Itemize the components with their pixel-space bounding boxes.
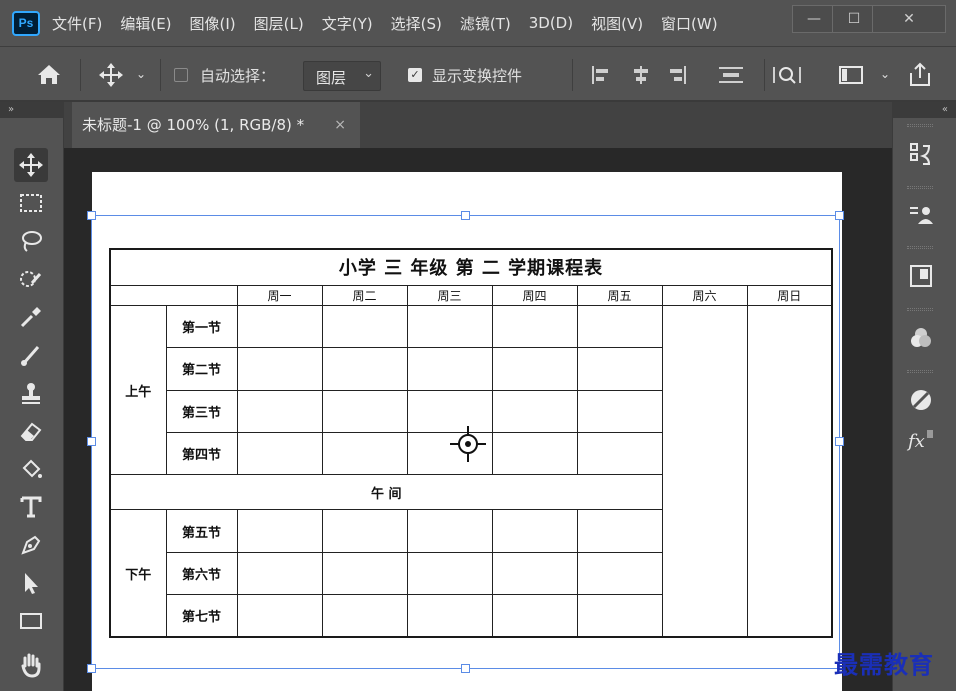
rectangle-icon <box>20 613 42 629</box>
menu-3d[interactable]: 3D(D) <box>529 14 573 32</box>
brush-tool[interactable] <box>14 338 48 372</box>
menu-type[interactable]: 文字(Y) <box>322 13 373 34</box>
home-icon[interactable] <box>36 62 62 90</box>
rectangle-tool[interactable] <box>14 604 48 638</box>
paint-bucket-icon <box>22 459 42 478</box>
align-left-icon[interactable] <box>590 65 612 89</box>
eyedropper-tool[interactable] <box>14 300 48 334</box>
layer-dropdown[interactable]: 图层 ⌄ <box>303 61 381 91</box>
workspace-icon[interactable] <box>838 63 866 91</box>
fx-icon[interactable]: fx <box>903 420 939 460</box>
right-panel-dock: fx <box>892 118 956 691</box>
chevron-down-icon[interactable]: ⌄ <box>136 67 146 81</box>
transform-handle-right[interactable] <box>835 437 844 446</box>
eyedropper-icon <box>20 307 41 328</box>
reference-point-icon[interactable] <box>450 426 486 462</box>
libraries-icon[interactable] <box>903 256 939 296</box>
properties-icon[interactable] <box>903 196 939 236</box>
move-tool[interactable] <box>14 148 48 182</box>
menu-file[interactable]: 文件(F) <box>52 13 102 34</box>
layer-dropdown-value: 图层 <box>316 69 347 87</box>
transform-handle-left[interactable] <box>87 437 96 446</box>
quick-select-tool[interactable] <box>14 262 48 296</box>
right-panel-collapse[interactable]: « <box>892 102 956 118</box>
transform-handle-top-right[interactable] <box>835 211 844 220</box>
minimize-button[interactable]: — <box>792 5 836 33</box>
svg-text:fx: fx <box>906 431 925 452</box>
menu-bar: Ps 文件(F) 编辑(E) 图像(I) 图层(L) 文字(Y) 选择(S) 滤… <box>0 0 956 46</box>
chevron-down-icon: ⌄ <box>363 66 374 81</box>
menu-filter[interactable]: 滤镜(T) <box>460 13 511 34</box>
close-button[interactable]: ✕ <box>872 5 946 33</box>
pen-tool[interactable] <box>14 528 48 562</box>
menu-items: 文件(F) 编辑(E) 图像(I) 图层(L) 文字(Y) 选择(S) 滤镜(T… <box>52 0 736 46</box>
align-center-icon[interactable] <box>630 65 652 89</box>
transform-handle-bottom-left[interactable] <box>87 664 96 673</box>
distribute-icon[interactable] <box>718 65 744 89</box>
brush-icon <box>21 346 40 366</box>
watermark-logo: 最需教育 <box>834 650 934 679</box>
menu-view[interactable]: 视图(V) <box>591 13 643 34</box>
menu-select[interactable]: 选择(S) <box>391 13 442 34</box>
search-icon[interactable] <box>772 61 802 93</box>
document-tabstrip: 未标题-1 @ 100% (1, RGB/8) * × <box>64 102 892 148</box>
path-select-icon <box>25 573 38 594</box>
align-right-icon[interactable] <box>666 65 688 89</box>
lasso-tool[interactable] <box>14 224 48 258</box>
quick-select-icon <box>20 271 42 287</box>
hand-icon <box>21 653 41 678</box>
pen-icon <box>21 535 41 555</box>
transform-handle-top-left[interactable] <box>87 211 96 220</box>
transform-handle-bottom[interactable] <box>461 664 470 673</box>
chevron-down-icon[interactable]: ⌄ <box>880 67 890 81</box>
eraser-tool[interactable] <box>14 414 48 448</box>
transform-handle-top[interactable] <box>461 211 470 220</box>
tools-panel <box>0 118 64 691</box>
share-icon[interactable] <box>906 61 934 93</box>
maximize-button[interactable]: ☐ <box>832 5 876 33</box>
type-tool[interactable] <box>14 490 48 524</box>
eraser-icon <box>20 422 42 441</box>
adjustments-icon[interactable] <box>903 380 939 420</box>
stamp-icon <box>22 383 40 404</box>
photoshop-logo: Ps <box>12 11 40 36</box>
options-bar: ⌄ 自动选择： 图层 ⌄ ✓ 显示变换控件 ⌄ <box>0 46 956 102</box>
type-icon <box>20 496 42 518</box>
stamp-tool[interactable] <box>14 376 48 410</box>
menu-layer[interactable]: 图层(L) <box>254 13 304 34</box>
menu-image[interactable]: 图像(I) <box>190 13 236 34</box>
history-icon[interactable] <box>903 134 939 174</box>
menu-edit[interactable]: 编辑(E) <box>120 13 171 34</box>
move-icon[interactable] <box>98 62 124 92</box>
lasso-icon <box>22 231 42 252</box>
auto-select-label: 自动选择： <box>200 67 276 85</box>
document-tab[interactable]: 未标题-1 @ 100% (1, RGB/8) * × <box>72 102 360 148</box>
left-panel-collapse[interactable]: » <box>0 102 64 118</box>
path-select-tool[interactable] <box>14 566 48 600</box>
marquee-icon <box>20 194 42 212</box>
marquee-tool[interactable] <box>14 186 48 220</box>
hand-tool[interactable] <box>14 648 48 682</box>
document-title: 未标题-1 @ 100% (1, RGB/8) * <box>82 116 305 134</box>
paint-bucket-tool[interactable] <box>14 452 48 486</box>
close-icon[interactable]: × <box>334 102 346 148</box>
channels-icon[interactable] <box>903 318 939 358</box>
menu-window[interactable]: 窗口(W) <box>661 13 718 34</box>
show-transform-label: 显示变换控件 <box>432 67 523 85</box>
show-transform-checkbox[interactable]: ✓ <box>408 68 422 82</box>
move-icon <box>19 153 43 177</box>
auto-select-checkbox[interactable] <box>174 68 188 82</box>
